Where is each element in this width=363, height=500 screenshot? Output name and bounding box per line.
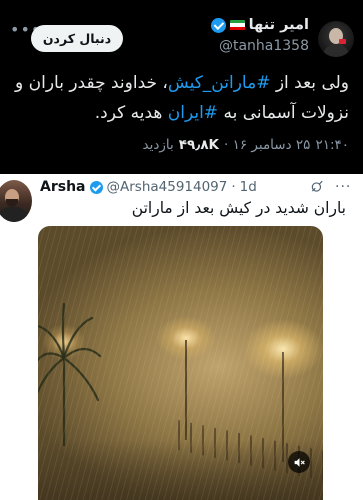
avatar-beard [6,199,18,207]
author-display-name[interactable]: امیر تنها [249,17,309,33]
speaker-muted-icon [294,457,305,467]
hashtag-link[interactable]: #ماراتن_کیش [168,73,271,93]
quoted-display-name[interactable]: Arsha [40,179,86,195]
quoted-header: Arsha @Arsha45914097 · 1d [40,179,257,195]
tweet-text: ولی بعد از #ماراتن_کیش، خداوند چقدر بارا… [13,68,349,128]
verified-badge-icon [210,17,226,33]
tweet-text-part: ولی بعد از [270,73,349,93]
separator-dot: · [231,179,236,195]
tweet-time[interactable]: ۲۱:۴۰ [315,137,349,153]
views-count: ۴۹٫۸K [178,137,220,153]
avatar[interactable] [318,21,354,57]
quoted-tweet[interactable]: Arsha @Arsha45914097 · 1d ··· باران شدید… [0,174,363,500]
avatar-body [0,207,28,222]
follow-button[interactable]: دنبال کردن [31,25,123,52]
quoted-handle[interactable]: @Arsha45914097 [107,179,228,195]
video-player[interactable] [38,226,323,500]
more-dots-icon[interactable]: ··· [335,179,351,195]
quoted-time[interactable]: 1d [240,179,257,195]
author-name-row[interactable]: امیر تنها [210,17,309,33]
quoted-avatar[interactable] [0,180,32,222]
views-label: بازدید [142,137,174,153]
rain-overlay [38,226,323,500]
grok-icon[interactable] [310,180,324,194]
verified-badge-icon [89,180,103,194]
author-handle[interactable]: @tanha1358 [219,38,309,54]
tweet-meta: ۲۱:۴۰ ۲۵ دسامبر ۱۶ · ۴۹٫۸K بازدید [143,137,349,153]
tweet-date[interactable]: ۲۵ دسامبر ۱۶ · [224,137,310,153]
main-tweet: ••• دنبال کردن امیر تنها @tanha1358 ولی … [0,0,363,174]
avatar-body [323,44,349,57]
hashtag-link[interactable]: #ایران [168,103,218,123]
iran-flag-icon [229,19,245,31]
mute-button[interactable] [288,451,310,473]
quoted-text: باران شدید در کیش بعد از ماراتن [131,199,346,217]
avatar-accent [339,39,346,44]
tweet-text-part: هدیه کرد. [94,103,168,123]
